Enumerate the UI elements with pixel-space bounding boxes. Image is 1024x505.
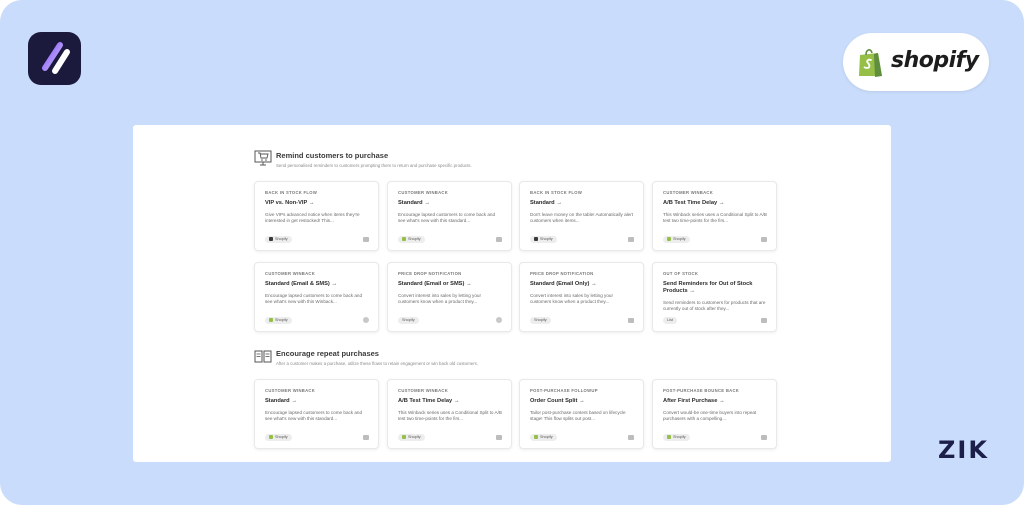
app-logo-icon <box>28 32 81 85</box>
card-category: POST-PURCHASE BOUNCE BACK <box>663 388 740 393</box>
email-icon <box>628 237 634 242</box>
flow-card[interactable]: BACK IN STOCK FLOW VIP vs. Non-VIP → Giv… <box>254 181 379 251</box>
email-icon <box>761 318 767 323</box>
shopify-icon <box>269 236 273 241</box>
card-description: Encourage lapsed customers to come back … <box>265 293 363 305</box>
card-category: BACK IN STOCK FLOW <box>265 190 318 195</box>
shopify-icon <box>269 317 273 322</box>
card-description: Convert interest into sales by letting y… <box>398 293 481 305</box>
sms-icon <box>363 317 369 323</box>
card-description: Tailor post-purchase content based on li… <box>530 410 626 422</box>
card-title[interactable]: Send Reminders for Out of Stock Products… <box>663 281 771 295</box>
shopify-icon <box>667 434 671 439</box>
card-category: CUSTOMER WINBACK <box>398 190 449 195</box>
shopify-bag-icon <box>859 49 882 77</box>
card-title[interactable]: Standard (Email or SMS) → <box>398 281 506 288</box>
section-subtitle: After a customer makes a purchase, utili… <box>276 361 479 366</box>
card-category: CUSTOMER WINBACK <box>265 271 316 276</box>
flow-card[interactable]: CUSTOMER WINBACK A/B Test Time Delay → T… <box>652 181 777 251</box>
shopify-logo: shopify <box>843 33 989 91</box>
flow-card[interactable]: CUSTOMER WINBACK A/B Test Time Delay → T… <box>387 379 512 449</box>
integration-tag: Shopify <box>398 434 425 441</box>
card-title[interactable]: Standard → <box>265 398 373 405</box>
cart-icon <box>254 150 272 166</box>
card-category: BACK IN STOCK FLOW <box>530 190 583 195</box>
integration-tag: List <box>663 317 677 324</box>
card-title[interactable]: Standard → <box>530 200 638 207</box>
section-subtitle: Send personalised reminders to customers… <box>276 163 472 168</box>
card-title[interactable]: A/B Test Time Delay → <box>398 398 506 405</box>
email-icon <box>628 435 634 440</box>
integration-tag: Shopify <box>530 317 551 324</box>
shopify-icon <box>402 236 406 241</box>
section-title: Remind customers to purchase <box>276 151 389 160</box>
integration-tag: Shopify <box>265 317 292 324</box>
card-category: CUSTOMER WINBACK <box>398 388 449 393</box>
receipt-icon <box>254 350 272 363</box>
flow-card[interactable]: POST-PURCHASE FOLLOWUP Order Count Split… <box>519 379 644 449</box>
background: shopify ZIK Remind customers to purchase… <box>0 0 1024 505</box>
flow-card[interactable]: CUSTOMER WINBACK Standard (Email & SMS) … <box>254 262 379 332</box>
sms-icon <box>496 317 502 323</box>
card-description: Convert would-be one-time buyers into re… <box>663 410 757 422</box>
email-icon <box>363 435 369 440</box>
flow-card[interactable]: POST-PURCHASE BOUNCE BACK After First Pu… <box>652 379 777 449</box>
card-description: Convert interest into sales by letting y… <box>530 293 613 305</box>
card-category: OUT OF STOCK <box>663 271 699 276</box>
shopify-icon <box>534 236 538 241</box>
integration-tag: Shopify <box>265 434 292 441</box>
card-description: This Winback series uses a Conditional S… <box>663 212 767 224</box>
card-title[interactable]: Standard (Email Only) → <box>530 281 638 288</box>
card-title[interactable]: Standard → <box>398 200 506 207</box>
email-icon <box>496 237 502 242</box>
flow-card[interactable]: OUT OF STOCK Send Reminders for Out of S… <box>652 262 777 332</box>
card-title[interactable]: A/B Test Time Delay → <box>663 200 771 207</box>
zik-logo: ZIK <box>938 436 989 464</box>
email-icon <box>761 237 767 242</box>
flow-card[interactable]: PRICE DROP NOTIFICATION Standard (Email … <box>387 262 512 332</box>
card-category: POST-PURCHASE FOLLOWUP <box>530 388 598 393</box>
card-description: Send reminders to customers for products… <box>663 300 766 312</box>
card-description: Give VIPs advanced notice when items the… <box>265 212 360 224</box>
integration-tag: Shopify <box>398 236 425 243</box>
card-title[interactable]: Standard (Email & SMS) → <box>265 281 373 288</box>
email-icon <box>363 237 369 242</box>
card-category: CUSTOMER WINBACK <box>265 388 316 393</box>
flow-card[interactable]: CUSTOMER WINBACK Standard → Encourage la… <box>254 379 379 449</box>
card-description: Don't leave money on the table! Automati… <box>530 212 634 224</box>
card-category: PRICE DROP NOTIFICATION <box>530 271 594 276</box>
card-title[interactable]: After First Purchase → <box>663 398 771 405</box>
shopify-icon <box>534 434 538 439</box>
shopify-icon <box>667 236 671 241</box>
integration-tag: Shopify <box>530 236 557 243</box>
card-category: PRICE DROP NOTIFICATION <box>398 271 462 276</box>
flow-card[interactable]: PRICE DROP NOTIFICATION Standard (Email … <box>519 262 644 332</box>
shopify-wordmark: shopify <box>891 48 979 73</box>
shopify-icon <box>269 434 273 439</box>
card-title[interactable]: VIP vs. Non-VIP → <box>265 200 373 207</box>
integration-tag: Shopify <box>398 317 419 324</box>
shopify-icon <box>402 434 406 439</box>
card-title[interactable]: Order Count Split → <box>530 398 638 405</box>
flows-panel: Remind customers to purchase Send person… <box>133 125 891 462</box>
card-category: CUSTOMER WINBACK <box>663 190 714 195</box>
flow-card[interactable]: CUSTOMER WINBACK Standard → Encourage la… <box>387 181 512 251</box>
email-icon <box>761 435 767 440</box>
card-description: Encourage lapsed customers to come back … <box>398 212 496 224</box>
integration-tag: Shopify <box>663 236 690 243</box>
flow-card[interactable]: BACK IN STOCK FLOW Standard → Don't leav… <box>519 181 644 251</box>
email-icon <box>496 435 502 440</box>
card-description: This Winback series uses a Conditional S… <box>398 410 502 422</box>
card-description: Encourage lapsed customers to come back … <box>265 410 363 422</box>
integration-tag: Shopify <box>265 236 292 243</box>
email-icon <box>628 318 634 323</box>
integration-tag: Shopify <box>530 434 557 441</box>
section-title: Encourage repeat purchases <box>276 349 379 358</box>
integration-tag: Shopify <box>663 434 690 441</box>
